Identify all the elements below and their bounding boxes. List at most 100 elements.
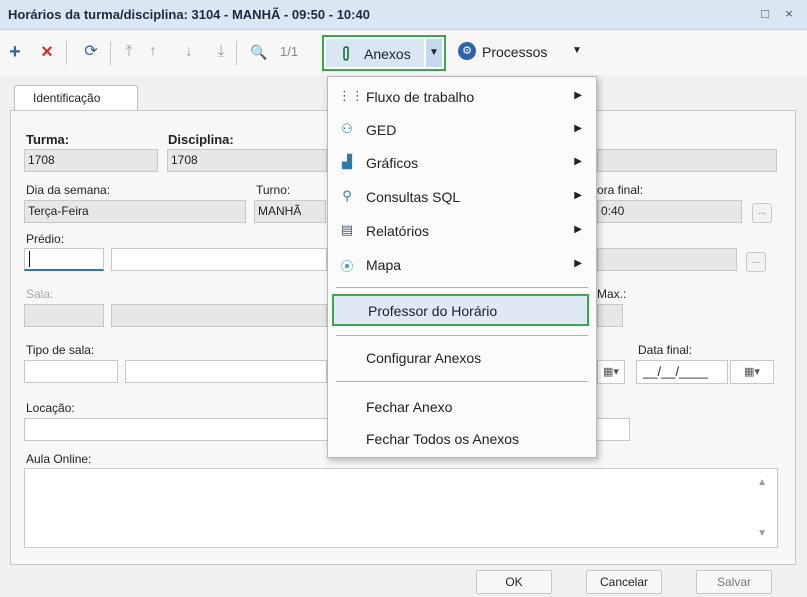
- menu-item-relatorios[interactable]: ▤ Relatórios ▶: [328, 215, 596, 247]
- hora-final-label: ora final:: [597, 183, 644, 197]
- locacao-label: Locação:: [26, 401, 75, 415]
- menu-item-label: Mapa: [366, 257, 402, 273]
- turno-label: Turno:: [256, 183, 291, 197]
- menu-item-label: GED: [366, 122, 397, 138]
- turma-field[interactable]: 1708: [24, 149, 158, 172]
- anexos-label: Anexos: [364, 46, 411, 62]
- page-indicator: 1/1: [280, 44, 299, 59]
- submenu-arrow-icon: ▶: [574, 156, 582, 167]
- close-window-button[interactable]: ×: [781, 6, 797, 21]
- aula-online-label: Aula Online:: [26, 452, 92, 466]
- tab-label: Identificação: [33, 91, 101, 105]
- search-icon[interactable]: 🔍: [248, 41, 270, 63]
- menu-item-ged[interactable]: ⚇ GED ▶: [328, 114, 596, 146]
- tab-identificacao[interactable]: Identificação: [14, 85, 138, 111]
- menu-item-configurar-anexos[interactable]: Configurar Anexos: [328, 341, 596, 373]
- toolbar: + × ⟳ ⤒ ↑ ↓ ⤓ 🔍 1/1 Anexos ▼ ⚙ Processos…: [0, 31, 807, 75]
- processos-button[interactable]: Processos: [482, 44, 547, 60]
- anexos-dropdown-menu: ⋮⋮ Fluxo de trabalho ▶ ⚇ GED ▶ ▟ Gráfico…: [327, 76, 597, 458]
- first-record-icon[interactable]: ⤒: [118, 41, 140, 63]
- menu-item-professor-horario[interactable]: Professor do Horário: [332, 294, 589, 326]
- menu-item-consultas-sql[interactable]: ⚲ Consultas SQL ▶: [328, 181, 596, 213]
- tipo-sala-name-field[interactable]: [125, 360, 327, 383]
- anexos-main[interactable]: Anexos: [326, 39, 424, 67]
- anexos-dropdown-arrow[interactable]: ▼: [426, 39, 442, 67]
- save-button[interactable]: Salvar: [696, 570, 772, 594]
- menu-divider: [336, 381, 588, 382]
- predio-lookup-button[interactable]: ...: [746, 252, 766, 272]
- window-titlebar: Horários da turma/disciplina: 3104 - MAN…: [0, 0, 807, 30]
- sala-name-field[interactable]: [111, 304, 327, 327]
- window-title: Horários da turma/disciplina: 3104 - MAN…: [8, 7, 370, 22]
- search-icon: ⚲: [342, 188, 352, 203]
- cancel-button[interactable]: Cancelar: [586, 570, 662, 594]
- menu-item-fluxo-trabalho[interactable]: ⋮⋮ Fluxo de trabalho ▶: [328, 81, 596, 113]
- data-final-calendar-button[interactable]: ▦▾: [730, 360, 774, 384]
- sala-code-field[interactable]: [24, 304, 104, 327]
- add-icon[interactable]: +: [4, 41, 26, 63]
- data-final-label: Data final:: [638, 343, 693, 357]
- predio-code-input[interactable]: [24, 248, 104, 271]
- menu-item-fechar-todos-anexos[interactable]: Fechar Todos os Anexos: [328, 422, 596, 454]
- next-record-icon[interactable]: ↓: [178, 41, 200, 63]
- predio-label: Prédio:: [26, 232, 65, 246]
- last-record-icon[interactable]: ⤓: [210, 41, 232, 63]
- menu-item-label: Relatórios: [366, 223, 430, 239]
- scroll-down-arrow[interactable]: ▼: [757, 528, 767, 539]
- menu-item-graficos[interactable]: ▟ Gráficos ▶: [328, 147, 596, 179]
- menu-item-label: Professor do Horário: [368, 303, 498, 319]
- menu-item-label: Consultas SQL: [366, 189, 461, 205]
- submenu-arrow-icon: ▶: [574, 258, 582, 269]
- refresh-icon[interactable]: ⟳: [80, 41, 102, 63]
- predio-extra-field[interactable]: [597, 248, 737, 271]
- data-final-input[interactable]: __/__/____: [636, 360, 728, 384]
- ok-button[interactable]: OK: [476, 570, 552, 594]
- menu-item-fechar-anexo[interactable]: Fechar Anexo: [328, 390, 596, 422]
- disciplina-field[interactable]: 1708: [167, 149, 327, 172]
- toolbar-divider: [66, 41, 67, 65]
- predio-name-field[interactable]: [111, 248, 327, 271]
- submenu-arrow-icon: ▶: [574, 123, 582, 134]
- data-inicial-calendar-button[interactable]: ▦▾: [597, 360, 625, 384]
- text-cursor: [29, 251, 30, 267]
- tipo-sala-code-field[interactable]: [24, 360, 118, 383]
- submenu-arrow-icon: ▶: [574, 190, 582, 201]
- aula-online-textarea[interactable]: ▲ ▼: [24, 468, 778, 548]
- menu-divider: [336, 287, 588, 288]
- menu-divider: [336, 335, 588, 336]
- menu-item-mapa[interactable]: ⦿ Mapa ▶: [328, 249, 596, 281]
- submenu-arrow-icon: ▶: [574, 224, 582, 235]
- dia-semana-label: Dia da semana:: [26, 183, 111, 197]
- maximize-button[interactable]: □: [757, 6, 773, 21]
- disciplina-label: Disciplina:: [168, 132, 234, 147]
- toolbar-divider: [236, 41, 237, 65]
- hora-final-lookup-button[interactable]: ...: [752, 203, 772, 223]
- scroll-up-arrow[interactable]: ▲: [757, 477, 767, 488]
- turno-field[interactable]: MANHÃ: [254, 200, 326, 223]
- processos-dropdown-arrow[interactable]: ▼: [572, 45, 582, 56]
- tipo-sala-label: Tipo de sala:: [26, 343, 95, 357]
- turma-label: Turma:: [26, 132, 70, 147]
- menu-item-label: Configurar Anexos: [366, 350, 482, 366]
- submenu-arrow-icon: ▶: [574, 90, 582, 101]
- max-field[interactable]: [597, 304, 623, 327]
- chart-icon: ▟: [342, 154, 352, 169]
- toolbar-divider: [110, 41, 111, 65]
- max-label: Max.:: [597, 287, 627, 301]
- menu-item-label: Gráficos: [366, 155, 419, 171]
- disciplina-name-field[interactable]: [597, 149, 777, 172]
- paperclip-icon: [343, 46, 349, 61]
- menu-item-label: Fluxo de trabalho: [366, 89, 475, 105]
- sala-label: Sala:: [26, 287, 54, 301]
- workflow-icon: ⋮⋮: [338, 88, 364, 103]
- anexos-button[interactable]: Anexos ▼: [322, 35, 446, 71]
- menu-item-label: Fechar Anexo: [366, 399, 453, 415]
- ged-icon: ⚇: [341, 121, 353, 136]
- map-pin-icon: ⦿: [340, 259, 354, 274]
- dia-semana-field[interactable]: Terça-Feira: [24, 200, 246, 223]
- report-icon: ▤: [340, 222, 354, 237]
- previous-record-icon[interactable]: ↑: [142, 41, 164, 63]
- delete-icon[interactable]: ×: [36, 41, 58, 63]
- menu-item-label: Fechar Todos os Anexos: [366, 431, 520, 447]
- hora-final-field[interactable]: 0:40: [597, 200, 742, 223]
